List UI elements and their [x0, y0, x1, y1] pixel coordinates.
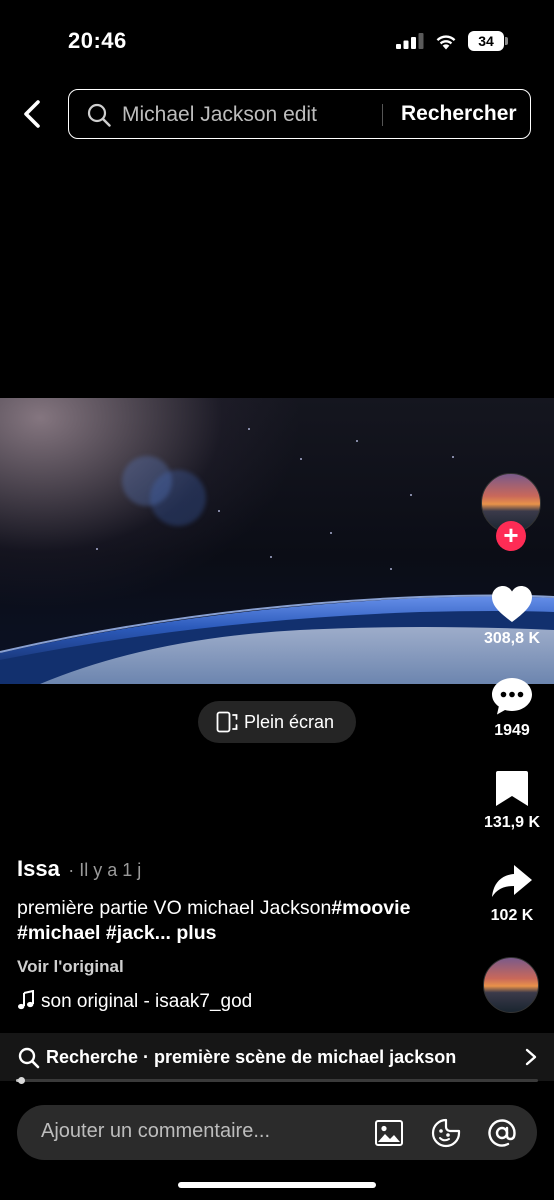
caption: première partie VO michael Jackson#moovi…: [17, 896, 457, 946]
save-button[interactable]: 131,9 K: [470, 770, 554, 832]
image-icon[interactable]: [374, 1118, 404, 1148]
comment-input[interactable]: Ajouter un commentaire...: [41, 1120, 270, 1143]
music-note-icon: [18, 990, 34, 1010]
mention-icon[interactable]: [487, 1118, 517, 1148]
search-divider: [382, 104, 383, 126]
wifi-icon: [436, 35, 456, 50]
plus-icon: +: [503, 520, 519, 550]
search-submit-button[interactable]: Rechercher: [401, 102, 517, 126]
search-icon: [18, 1047, 40, 1069]
related-search-bar[interactable]: Recherche · première scène de michael ja…: [0, 1033, 554, 1081]
fullscreen-button[interactable]: Plein écran: [198, 701, 356, 743]
status-bar: 20:46 34: [0, 0, 554, 80]
fullscreen-label: Plein écran: [244, 712, 335, 732]
chevron-right-icon: [525, 1048, 537, 1066]
related-search-label: Recherche · première scène de michael ja…: [46, 1047, 457, 1067]
emoji-icon[interactable]: [431, 1118, 461, 1148]
back-icon[interactable]: [16, 96, 50, 132]
battery-level: 34: [468, 31, 504, 51]
caption-text: première partie VO michael Jackson: [17, 897, 332, 919]
comment-count: 1949: [494, 722, 530, 739]
cellular-signal-icon: [396, 33, 424, 49]
caption-more-link[interactable]: plus: [176, 922, 216, 944]
share-count: 102 K: [490, 907, 534, 924]
see-original-link[interactable]: Voir l'original: [17, 957, 124, 977]
save-count: 131,9 K: [483, 814, 541, 831]
battery-indicator: 34: [468, 31, 508, 51]
status-time: 20:46: [68, 28, 127, 53]
heart-icon: [492, 586, 532, 622]
video-progress-handle[interactable]: [18, 1077, 25, 1084]
sound-disc[interactable]: [483, 957, 539, 1013]
comment-bar: Ajouter un commentaire...: [17, 1105, 537, 1160]
search-input[interactable]: Michael Jackson edit: [122, 103, 317, 127]
like-button[interactable]: 308,8 K: [470, 584, 554, 648]
search-icon: [87, 103, 111, 127]
video-progress-bar[interactable]: [16, 1077, 538, 1084]
fullscreen-icon: [216, 711, 238, 733]
comment-icon: [492, 678, 532, 715]
home-indicator[interactable]: [178, 1182, 376, 1188]
sound-link[interactable]: son original - isaak7_god: [17, 990, 252, 1013]
like-count: 308,8 K: [483, 630, 541, 647]
post-age: · Il y a 1 j: [68, 860, 142, 880]
share-button[interactable]: 102 K: [470, 863, 554, 925]
author-name[interactable]: Issa: [17, 856, 60, 881]
sound-name: son original - isaak7_god: [41, 991, 253, 1012]
share-icon: [492, 865, 532, 897]
search-bar[interactable]: Michael Jackson edit Rechercher: [68, 89, 531, 139]
follow-button[interactable]: +: [496, 520, 526, 551]
author-line: Issa · Il y a 1 j: [17, 856, 141, 882]
battery-cap: [505, 37, 508, 45]
bookmark-icon: [496, 771, 528, 806]
comment-button[interactable]: 1949: [470, 676, 554, 740]
